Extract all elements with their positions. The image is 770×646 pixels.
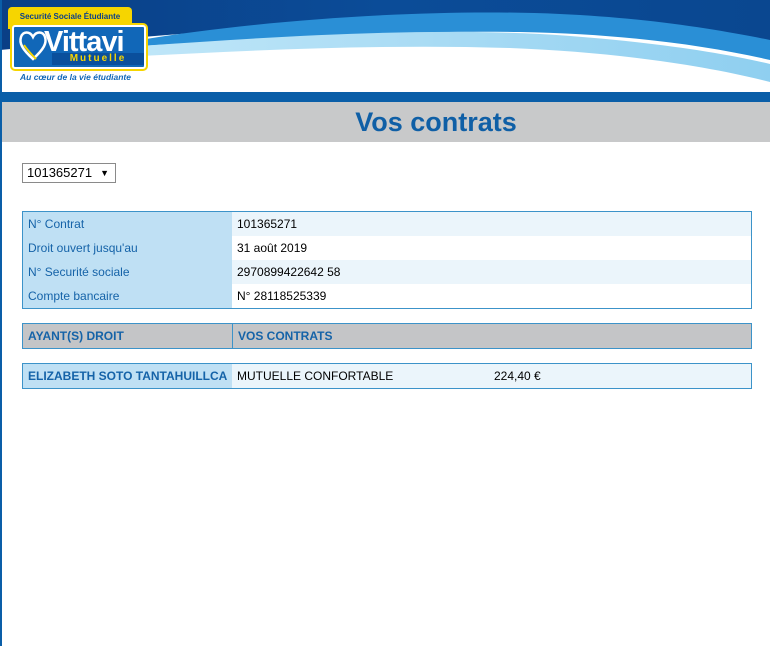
contract-number-label: N° Contrat bbox=[23, 212, 232, 236]
contract-select-value: 101365271 bbox=[27, 165, 93, 180]
social-security-number-value: 2970899422642 58 bbox=[232, 260, 751, 284]
beneficiaries-table: ELIZABETH SOTO TANTAHUILLCA MUTUELLE CON… bbox=[22, 363, 752, 389]
contract-select[interactable]: 101365271 ▼ bbox=[22, 163, 116, 183]
header-divider-bar bbox=[0, 92, 770, 102]
beneficiary-contract-amount: 224,40 € bbox=[494, 369, 541, 383]
title-band: Vos contrats bbox=[2, 102, 770, 142]
table-header-row: AYANT(S) DROIT VOS CONTRATS bbox=[23, 324, 751, 348]
beneficiary-contract-name: MUTUELLE CONFORTABLE bbox=[237, 369, 394, 383]
beneficiary-name: ELIZABETH SOTO TANTAHUILLCA bbox=[23, 364, 232, 388]
rights-open-until-value: 31 août 2019 bbox=[232, 236, 751, 260]
rights-open-until-label: Droit ouvert jusqu'au bbox=[23, 236, 232, 260]
contract-number-value: 101365271 bbox=[232, 212, 751, 236]
beneficiaries-column-header: AYANT(S) DROIT bbox=[23, 324, 233, 348]
vittavi-logo[interactable]: Securité Sociale Étudiante Vittavi Mutue… bbox=[8, 7, 146, 85]
beneficiary-contract-cell: MUTUELLE CONFORTABLE 224,40 € bbox=[232, 364, 751, 388]
page-title: Vos contrats bbox=[355, 107, 517, 137]
left-border bbox=[0, 0, 2, 646]
logo-tagline: Au cœur de la vie étudiante bbox=[20, 72, 131, 82]
table-row: Droit ouvert jusqu'au 31 août 2019 bbox=[23, 236, 751, 260]
beneficiaries-header: AYANT(S) DROIT VOS CONTRATS bbox=[22, 323, 752, 349]
dropdown-arrow-icon: ▼ bbox=[100, 168, 109, 178]
table-row: N° Contrat 101365271 bbox=[23, 212, 751, 236]
logo-badge: Vittavi Mutuelle bbox=[12, 25, 146, 69]
bank-account-label: Compte bancaire bbox=[23, 284, 232, 308]
table-row: N° Securité sociale 2970899422642 58 bbox=[23, 260, 751, 284]
social-security-number-label: N° Securité sociale bbox=[23, 260, 232, 284]
table-row: Compte bancaire N° 28118525339 bbox=[23, 284, 751, 308]
contract-details-table: N° Contrat 101365271 Droit ouvert jusqu'… bbox=[22, 211, 752, 309]
contracts-column-header: VOS CONTRATS bbox=[238, 329, 333, 343]
bank-account-value: N° 28118525339 bbox=[232, 284, 751, 308]
logo-sub-label: Mutuelle bbox=[52, 53, 144, 65]
table-row: ELIZABETH SOTO TANTAHUILLCA MUTUELLE CON… bbox=[23, 364, 751, 388]
site-header: Securité Sociale Étudiante Vittavi Mutue… bbox=[0, 0, 770, 92]
